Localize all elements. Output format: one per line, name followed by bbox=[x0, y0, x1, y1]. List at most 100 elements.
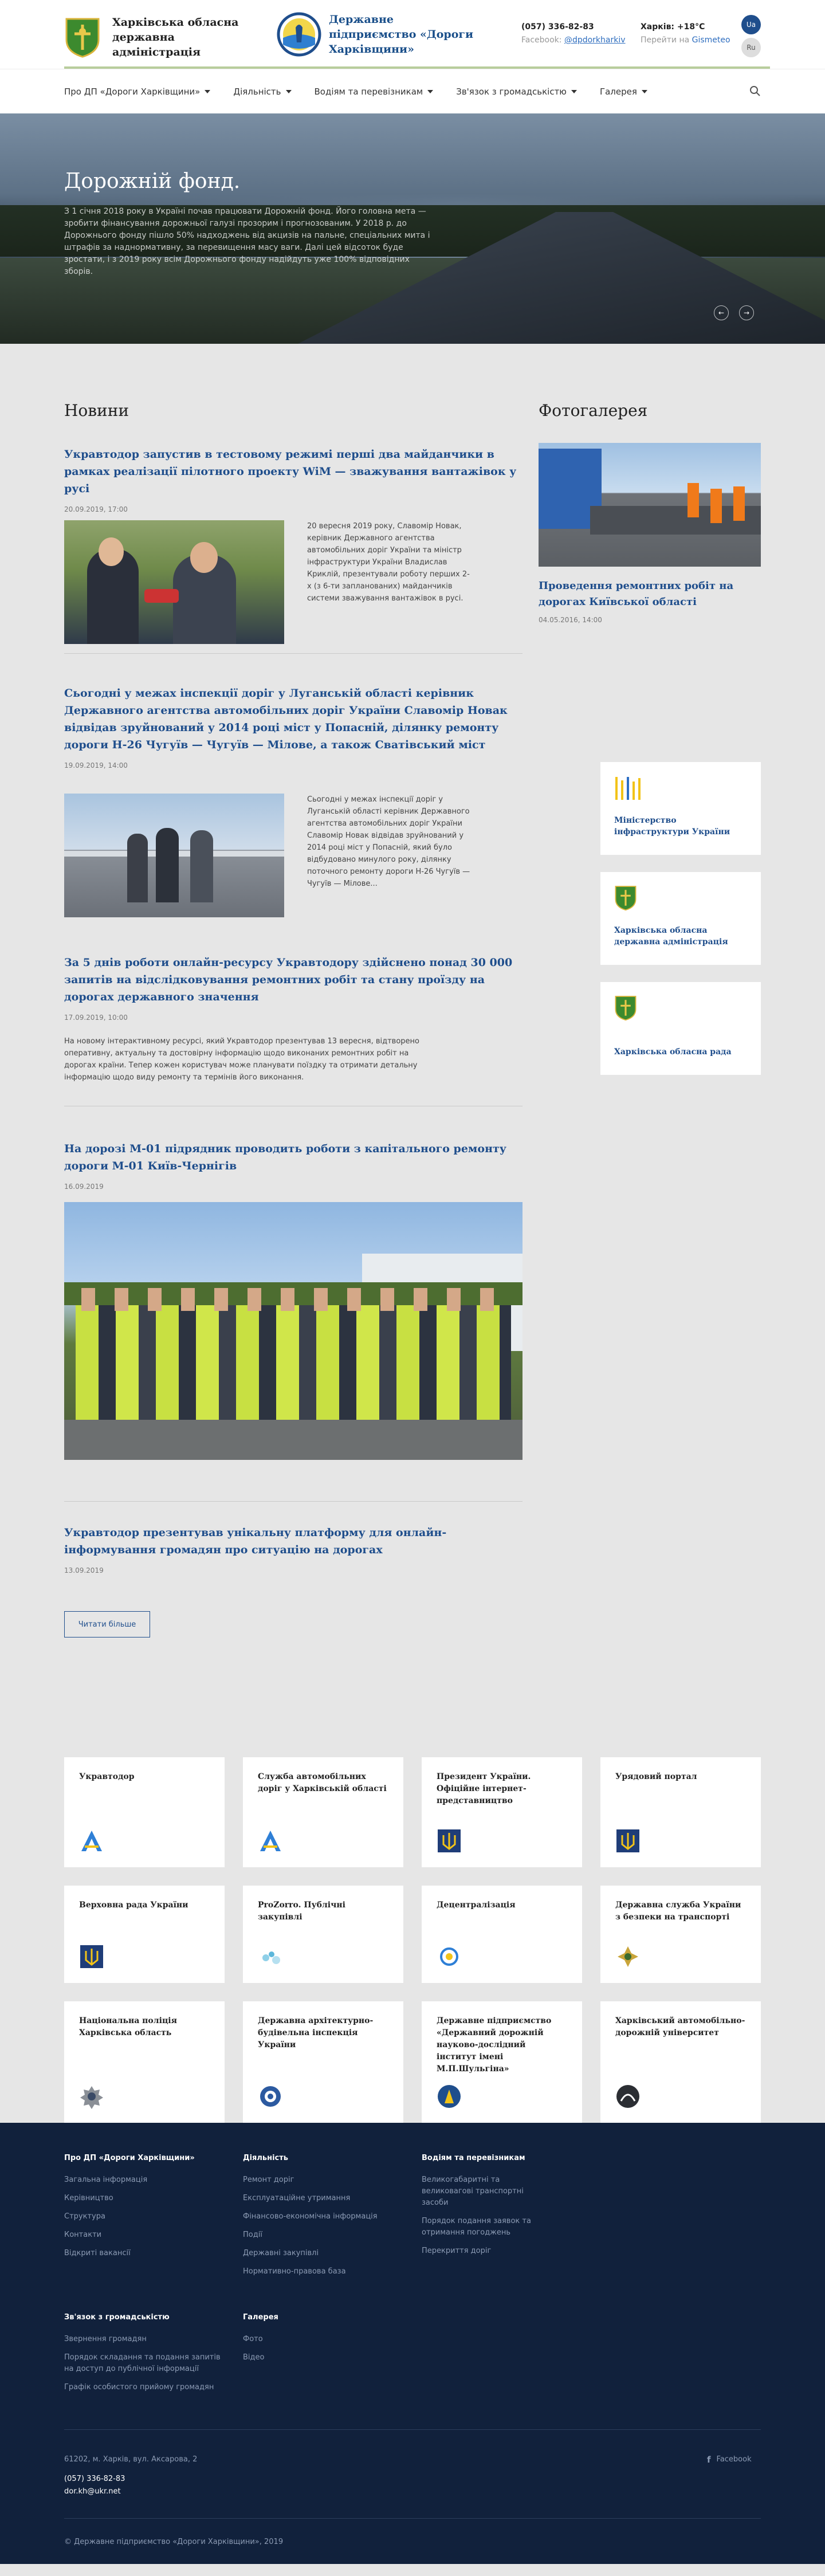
footer-link[interactable]: Державні закупівлі bbox=[243, 2248, 403, 2259]
partner-label: Державна служба України з безпеки на тра… bbox=[615, 1900, 741, 1922]
footer-link[interactable]: Порядок подання заявок та отримання пого… bbox=[422, 2216, 548, 2239]
footer-link[interactable]: Нормативно-правова база bbox=[243, 2266, 403, 2277]
footer-link[interactable]: Порядок складання та подання запитів на … bbox=[64, 2352, 225, 2375]
partner-card[interactable]: Державна служба України з безпеки на тра… bbox=[600, 1886, 761, 1983]
company-logo-text: Державне підприємство «Дороги Харківщини… bbox=[329, 13, 474, 56]
sidelink-oblrada[interactable]: Харківська обласна рада bbox=[600, 982, 761, 1075]
footer-address: 61202, м. Харків, вул. Аксарова, 2 bbox=[64, 2455, 198, 2464]
partner-label: Харківський автомобільно-дорожній універ… bbox=[615, 2016, 745, 2037]
chevron-down-icon bbox=[427, 90, 434, 93]
footer-link[interactable]: Структура bbox=[64, 2211, 225, 2222]
prozorro-logo-icon bbox=[262, 1951, 280, 1964]
partner-card[interactable]: Децентралізація bbox=[422, 1886, 582, 1983]
footer-link[interactable]: Звернення громадян bbox=[64, 2334, 225, 2345]
nav-item-drivers[interactable]: Водіям та перевізникам bbox=[315, 87, 434, 97]
news-photo[interactable] bbox=[64, 520, 284, 644]
gallery-date: 04.05.2016, 14:00 bbox=[539, 616, 602, 624]
lang-ru-button[interactable]: Ru bbox=[741, 38, 761, 57]
footer-phone[interactable]: (057) 336-82-83 bbox=[64, 2473, 125, 2485]
company-logo-icon bbox=[277, 12, 321, 57]
footer-link[interactable]: Загальна інформація bbox=[64, 2174, 225, 2186]
partner-label: Верховна рада України bbox=[79, 1900, 188, 1910]
news-photo[interactable] bbox=[64, 794, 284, 917]
footer-link[interactable]: Відео bbox=[243, 2352, 403, 2363]
news-item: Укравтодор презентував унікальну платфор… bbox=[64, 1524, 522, 1574]
footer-email[interactable]: dor.kh@ukr.net bbox=[64, 2486, 121, 2498]
footer-link[interactable]: Контакти bbox=[64, 2229, 225, 2241]
news-item: Укравтодор запустив в тестовому режимі п… bbox=[64, 446, 522, 644]
footer-heading: Про ДП «Дороги Харківщини» bbox=[64, 2154, 195, 2162]
partner-card[interactable]: Державне підприємство «Державний дорожні… bbox=[422, 2001, 582, 2123]
gallery-title-link[interactable]: Проведення ремонтних робіт на дорогах Ки… bbox=[539, 578, 761, 610]
gallery-heading: Фотогалерея bbox=[539, 401, 648, 420]
footer-link[interactable]: Графік особистого прийому громадян bbox=[64, 2382, 225, 2393]
partner-card[interactable]: Президент України. Офіційне інтернет-пре… bbox=[422, 1757, 582, 1867]
partner-label: Державна архітектурно-будівельна інспекц… bbox=[258, 2016, 374, 2049]
header-divider bbox=[64, 66, 770, 69]
news-title-link[interactable]: Укравтодор запустив в тестовому режимі п… bbox=[64, 446, 522, 497]
footer-link[interactable]: Відкриті вакансії bbox=[64, 2248, 225, 2259]
news-photo[interactable] bbox=[64, 1202, 522, 1460]
partner-label: Президент України. Офіційне інтернет-пре… bbox=[437, 1772, 531, 1805]
partner-card[interactable]: Служба автомобільних доріг у Харківській… bbox=[243, 1757, 403, 1867]
footer-link[interactable]: Ремонт доріг bbox=[243, 2174, 403, 2186]
partner-card[interactable]: Національна поліція Харківська область bbox=[64, 2001, 225, 2123]
police-badge-icon bbox=[80, 2086, 103, 2109]
gallery-photo[interactable] bbox=[539, 443, 761, 567]
news-heading: Новини bbox=[64, 401, 129, 420]
footer-link[interactable]: Перекриття доріг bbox=[422, 2245, 548, 2257]
news-date: 17.09.2019, 10:00 bbox=[64, 1014, 128, 1022]
nav-item-label: Діяльність bbox=[233, 87, 281, 97]
news-title-link[interactable]: Укравтодор презентував унікальну платфор… bbox=[64, 1524, 522, 1558]
sidelink-label: Харківська обласна рада bbox=[614, 1047, 732, 1057]
news-item: За 5 днів роботи онлайн-ресурсу Укравтод… bbox=[64, 954, 522, 1083]
facebook-icon: f bbox=[707, 2455, 711, 2465]
footer-divider bbox=[64, 2518, 761, 2519]
company-logo-link[interactable]: Державне підприємство «Дороги Харківщини… bbox=[276, 11, 478, 57]
partner-label: Державне підприємство «Державний дорожні… bbox=[437, 2016, 552, 2074]
footer-facebook-link[interactable]: f Facebook bbox=[707, 2454, 752, 2465]
footer-col-about: Про ДП «Дороги Харківщини» Загальна інфо… bbox=[64, 2153, 225, 2266]
footer-link[interactable]: Фото bbox=[243, 2334, 403, 2345]
news-title-link[interactable]: Сьогодні у межах інспекції доріг у Луган… bbox=[64, 685, 522, 753]
footer-col-public: Зв'язок з громадськістю Звернення громад… bbox=[64, 2312, 225, 2400]
search-icon[interactable] bbox=[749, 85, 761, 97]
nav-item-public[interactable]: Зв'язок з громадськістю bbox=[456, 87, 577, 97]
footer-link[interactable]: Керівництво bbox=[64, 2193, 225, 2204]
partner-card[interactable]: Харківський автомобільно-дорожній універ… bbox=[600, 2001, 761, 2123]
footer-link[interactable]: Події bbox=[243, 2229, 403, 2241]
footer-col-activity: Діяльність Ремонт доріг Експлуатаційне у… bbox=[243, 2153, 403, 2284]
slider-prev-button[interactable]: ← bbox=[714, 305, 729, 320]
news-title-link[interactable]: За 5 днів роботи онлайн-ресурсу Укравтод… bbox=[64, 954, 522, 1006]
gismeteo-link[interactable]: Gismeteo bbox=[692, 36, 730, 45]
sidelink-label: Міністерство інфраструктури України bbox=[614, 816, 730, 837]
footer-link[interactable]: Великогабаритні та великовагові транспор… bbox=[422, 2174, 548, 2209]
footer-col-drivers: Водіям та перевізникам Великогабаритні т… bbox=[422, 2153, 548, 2264]
sidelink-ministry[interactable]: Міністерство інфраструктури України bbox=[600, 762, 761, 855]
partner-card[interactable]: Укравтодор bbox=[64, 1757, 225, 1867]
footer-link[interactable]: Експлуатаційне утримання bbox=[243, 2193, 403, 2204]
nav-item-about[interactable]: Про ДП «Дороги Харківщини» bbox=[64, 87, 211, 97]
trident-icon bbox=[438, 1829, 461, 1852]
weather-temperature: Харків: +18°C bbox=[641, 22, 705, 32]
nav-item-gallery[interactable]: Галерея bbox=[600, 87, 647, 97]
lang-ua-button[interactable]: Ua bbox=[741, 15, 761, 34]
nav-item-activity[interactable]: Діяльність bbox=[233, 87, 292, 97]
header-phone[interactable]: (057) 336-82-83 bbox=[521, 21, 626, 34]
partner-card[interactable]: ProZorro. Публічні закупівлі bbox=[243, 1886, 403, 1983]
slider-next-button[interactable]: → bbox=[739, 305, 754, 320]
read-more-button[interactable]: Читати більше bbox=[64, 1611, 150, 1638]
partner-card[interactable]: Верховна рада України bbox=[64, 1886, 225, 1983]
partner-card[interactable]: Урядовий портал bbox=[600, 1757, 761, 1867]
hero-title: Дорожній фонд. bbox=[64, 170, 241, 193]
news-excerpt: 20 вересня 2019 року, Славомір Новак, ке… bbox=[307, 522, 470, 603]
ukravtodor-logo-icon bbox=[260, 1831, 281, 1851]
news-title-link[interactable]: На дорозі М-01 підрядник проводить робот… bbox=[64, 1140, 522, 1175]
facebook-link[interactable]: @dpdorkharkiv bbox=[564, 36, 626, 45]
partner-card[interactable]: Державна архітектурно-будівельна інспекц… bbox=[243, 2001, 403, 2123]
sidelink-oda[interactable]: Харківська обласна державна адміністраці… bbox=[600, 872, 761, 965]
oda-logo-link[interactable]: Харківська обласна державна адміністраці… bbox=[64, 15, 244, 60]
news-divider bbox=[64, 1501, 522, 1502]
news-divider bbox=[64, 653, 522, 654]
footer-link[interactable]: Фінансово-економічна інформація bbox=[243, 2211, 403, 2222]
